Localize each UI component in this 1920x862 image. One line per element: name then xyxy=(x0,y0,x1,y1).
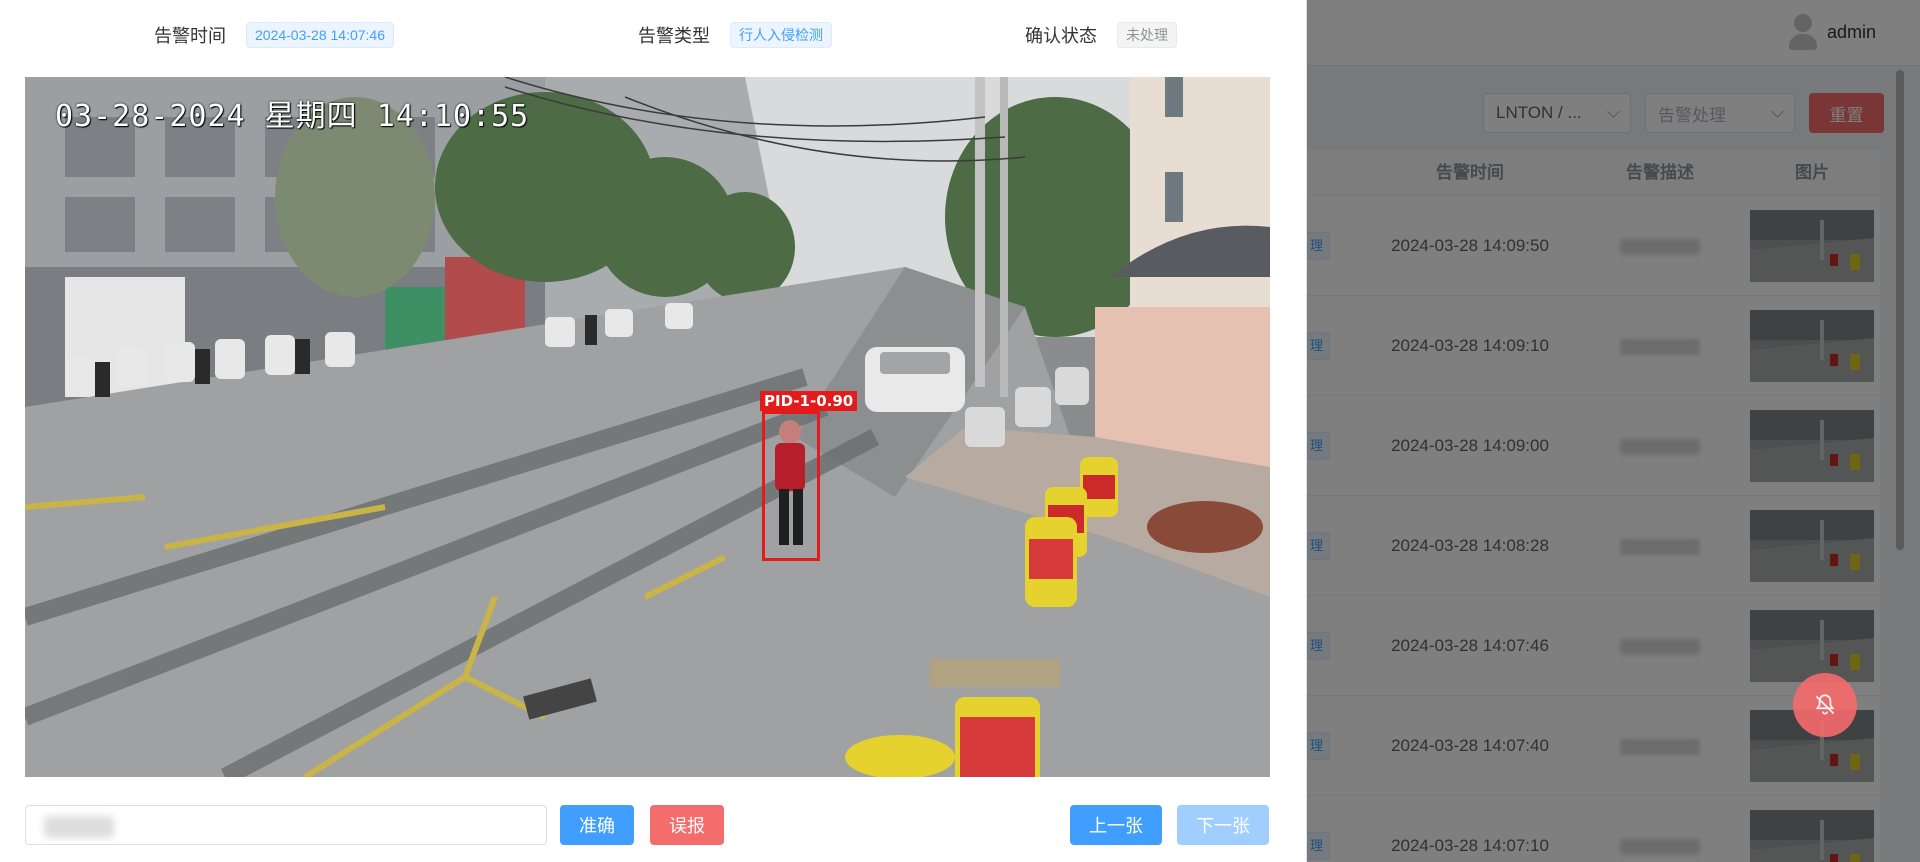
alarm-snapshot: 03-28-2024 星期四 14:10:55 PID-1-0.90 xyxy=(25,77,1270,777)
alarm-type-label: 告警类型 xyxy=(638,26,710,46)
dialog-edge xyxy=(1306,0,1307,862)
street-scene-image xyxy=(25,77,1270,777)
remark-input-wrapper xyxy=(25,805,547,845)
alarm-info-row: 告警时间 2024-03-28 14:07:46 告警类型 行人入侵检测 确认状… xyxy=(0,0,1306,68)
alarm-time-tag: 2024-03-28 14:07:46 xyxy=(246,22,394,48)
next-button[interactable]: 下一张 xyxy=(1177,805,1269,845)
false-alarm-button[interactable]: 误报 xyxy=(650,805,724,845)
remark-input-redacted xyxy=(44,816,114,838)
previous-button[interactable]: 上一张 xyxy=(1070,805,1162,845)
floating-alarm-button[interactable] xyxy=(1793,673,1857,737)
accurate-button[interactable]: 准确 xyxy=(560,805,634,845)
alarm-type-item: 告警类型 行人入侵检测 xyxy=(638,22,832,48)
detection-bounding-box xyxy=(762,411,820,561)
dialog-action-bar: 准确 误报 上一张 下一张 xyxy=(0,795,1306,855)
confirm-status-tag: 未处理 xyxy=(1117,22,1177,48)
detection-label: PID-1-0.90 xyxy=(760,391,858,411)
bell-off-icon xyxy=(1815,694,1835,715)
alarm-type-tag: 行人入侵检测 xyxy=(730,22,832,48)
alarm-detail-dialog: 告警时间 2024-03-28 14:07:46 告警类型 行人入侵检测 确认状… xyxy=(0,0,1306,862)
alarm-time-label: 告警时间 xyxy=(154,26,226,46)
alarm-time-item: 告警时间 2024-03-28 14:07:46 xyxy=(154,22,394,48)
confirm-status-item: 确认状态 未处理 xyxy=(1025,22,1177,48)
confirm-status-label: 确认状态 xyxy=(1025,26,1097,46)
video-timestamp-osd: 03-28-2024 星期四 14:10:55 xyxy=(55,99,530,134)
